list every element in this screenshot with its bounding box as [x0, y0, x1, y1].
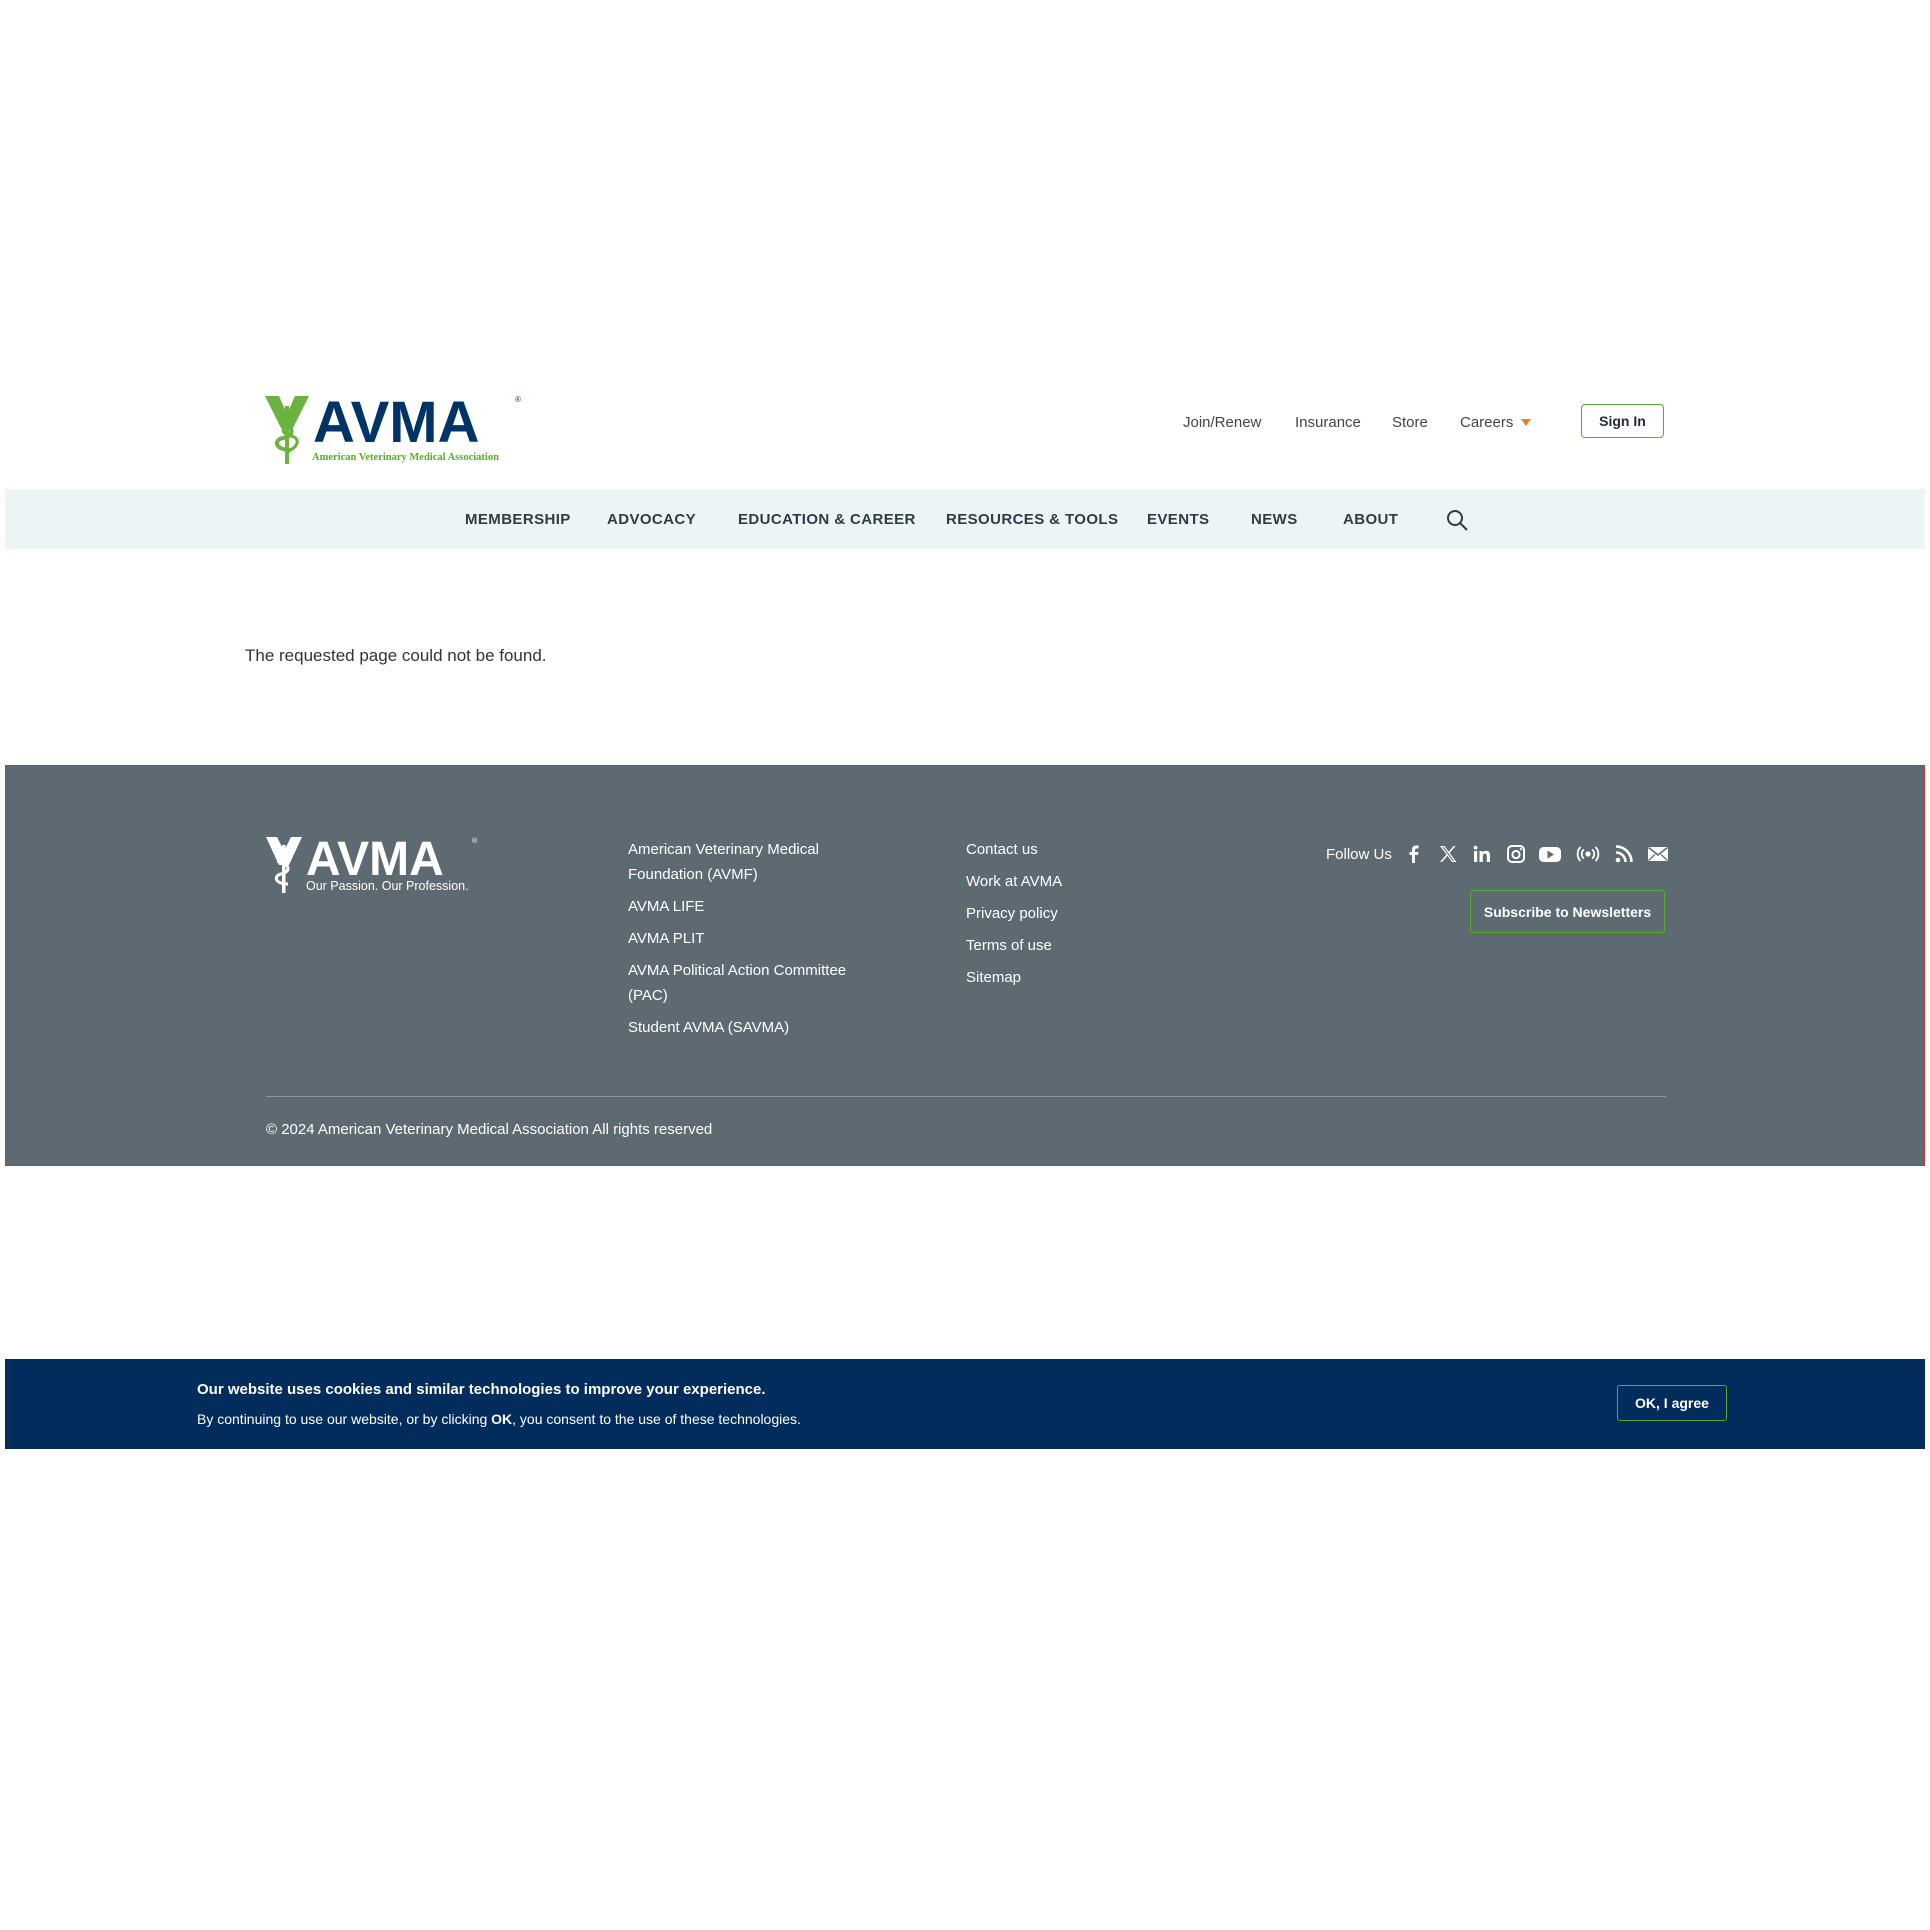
footer-link-sitemap[interactable]: Sitemap: [966, 965, 1166, 990]
cookie-banner-title: Our website uses cookies and similar tec…: [197, 1381, 766, 1398]
rss-icon[interactable]: [1614, 844, 1634, 864]
nav-resources-tools[interactable]: RESOURCES & TOOLS: [946, 511, 1118, 528]
svg-text:®: ®: [515, 395, 521, 404]
svg-text:Our Passion. Our Profession.: Our Passion. Our Profession.: [306, 879, 469, 893]
svg-text:American Veterinary Medical As: American Veterinary Medical Association: [312, 452, 499, 463]
footer-link-avma-life[interactable]: AVMA LIFE: [628, 894, 858, 919]
nav-membership[interactable]: MEMBERSHIP: [465, 511, 571, 528]
footer-link-terms[interactable]: Terms of use: [966, 933, 1166, 958]
instagram-icon[interactable]: [1506, 844, 1526, 864]
footer-affiliates-list: American Veterinary Medical Foundation (…: [628, 837, 858, 1047]
caduceus-icon: [266, 837, 302, 893]
footer-link-work[interactable]: Work at AVMA: [966, 869, 1166, 894]
facebook-icon[interactable]: [1404, 844, 1424, 864]
follow-us-label: Follow Us: [1326, 846, 1392, 863]
cookie-banner-text: By continuing to use our website, or by …: [197, 1411, 801, 1427]
footer-info-list: Contact us Work at AVMA Privacy policy T…: [966, 837, 1166, 997]
search-icon[interactable]: [1445, 508, 1469, 532]
footer-link-contact[interactable]: Contact us: [966, 837, 1166, 862]
insurance-link[interactable]: Insurance: [1295, 414, 1361, 431]
nav-events[interactable]: EVENTS: [1147, 511, 1209, 528]
email-icon[interactable]: [1647, 844, 1669, 864]
store-link[interactable]: Store: [1392, 414, 1428, 431]
footer-divider: [266, 1096, 1666, 1097]
footer-link-privacy[interactable]: Privacy policy: [966, 901, 1166, 926]
footer: AVMA ® Our Passion. Our Profession. Amer…: [5, 765, 1925, 1166]
join-renew-link[interactable]: Join/Renew: [1183, 414, 1261, 431]
subscribe-newsletters-button[interactable]: Subscribe to Newsletters: [1470, 890, 1665, 933]
nav-education-career[interactable]: EDUCATION & CAREER: [738, 511, 916, 528]
podcast-icon[interactable]: [1576, 844, 1600, 864]
careers-label: Careers: [1460, 413, 1514, 431]
cookie-banner: Our website uses cookies and similar tec…: [5, 1359, 1925, 1449]
sign-in-button[interactable]: Sign In: [1581, 404, 1664, 438]
footer-link-pac[interactable]: AVMA Political Action Committee (PAC): [628, 958, 858, 1008]
footer-link-avmf[interactable]: American Veterinary Medical Foundation (…: [628, 837, 858, 887]
footer-logo[interactable]: AVMA ® Our Passion. Our Profession.: [266, 833, 486, 902]
x-icon[interactable]: [1438, 844, 1458, 864]
footer-link-savma[interactable]: Student AVMA (SAVMA): [628, 1015, 858, 1040]
linkedin-icon[interactable]: [1472, 844, 1492, 864]
nav-news[interactable]: NEWS: [1251, 511, 1298, 528]
careers-link[interactable]: Careers: [1460, 413, 1532, 431]
nav-advocacy[interactable]: ADVOCACY: [607, 511, 696, 528]
svg-text:®: ®: [472, 837, 478, 845]
nav-about[interactable]: ABOUT: [1343, 511, 1398, 528]
caret-down-icon: [1521, 419, 1532, 427]
copyright-text: © 2024 American Veterinary Medical Assoc…: [266, 1121, 713, 1138]
main-nav: MEMBERSHIP ADVOCACY EDUCATION & CAREER R…: [5, 489, 1925, 549]
footer-link-avma-plit[interactable]: AVMA PLIT: [628, 926, 858, 951]
youtube-icon[interactable]: [1538, 844, 1562, 864]
cookie-agree-button[interactable]: OK, I agree: [1617, 1385, 1727, 1421]
not-found-message: The requested page could not be found.: [245, 646, 547, 665]
